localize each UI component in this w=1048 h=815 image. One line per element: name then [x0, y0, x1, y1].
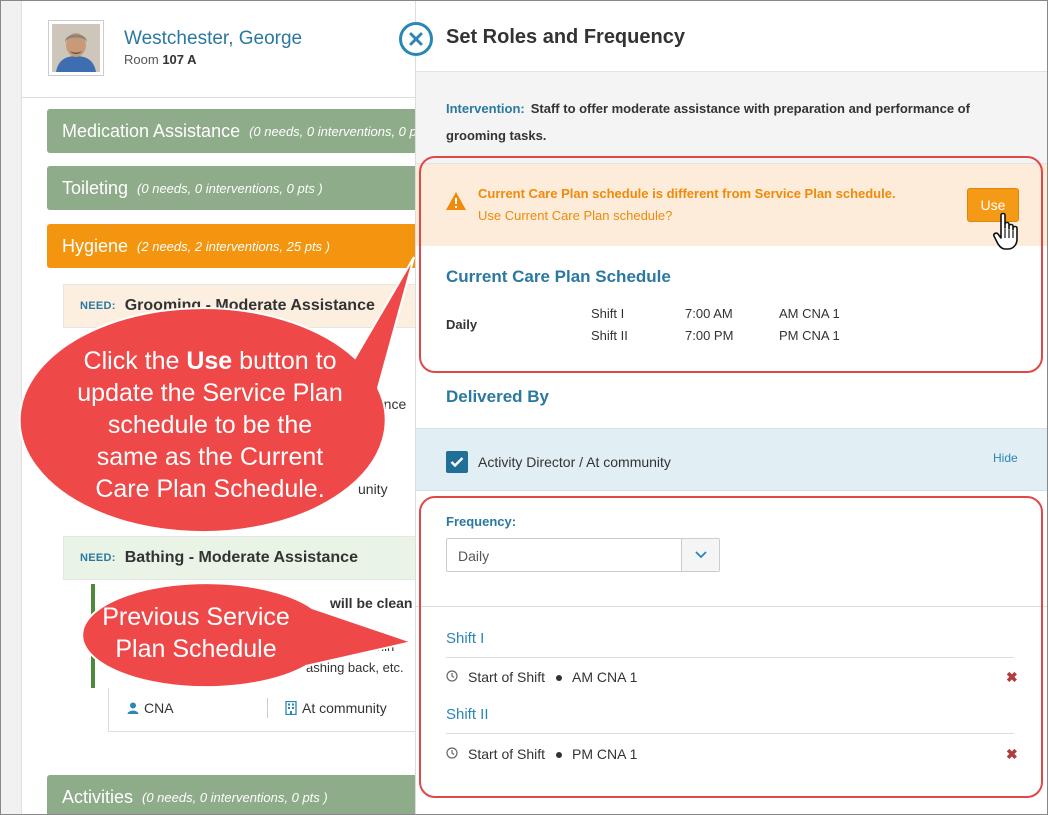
clock-icon [446, 747, 458, 759]
category-meta: (0 needs, 0 interventions, 0 pts ) [142, 789, 328, 805]
bullet [556, 752, 562, 758]
need-grooming[interactable]: NEED: Grooming - Moderate Assistance [63, 284, 415, 328]
category-title: Activities [62, 786, 134, 807]
frequency-select[interactable]: Daily [446, 538, 720, 572]
delivered-by-label: Activity Director / At community [478, 454, 671, 470]
current-schedule-title: Current Care Plan Schedule [446, 267, 671, 286]
warning-question: Use Current Care Plan schedule? [478, 208, 673, 223]
schedule-mismatch-warning: Current Care Plan schedule is different … [416, 164, 1048, 246]
delivered-by-title: Delivered By [446, 387, 549, 406]
need-title: Grooming - Moderate Assistance [124, 297, 375, 314]
category-meta: (0 needs, 0 interventions, 0 pts ) [249, 123, 415, 139]
category-title: Medication Assistance [62, 120, 241, 141]
need-bathing[interactable]: NEED: Bathing - Moderate Assistance [63, 536, 415, 580]
set-roles-frequency-panel: Set Roles and Frequency Intervention: Sta… [416, 0, 1048, 815]
divider [446, 657, 1014, 658]
close-panel-button[interactable] [399, 22, 433, 56]
shift-start: Start of Shift [468, 746, 546, 762]
shift-assignment-row: Start of Shift AM CNA 1 ✖ [446, 668, 1018, 688]
schedule-time: 7:00 PM [685, 328, 734, 343]
user-icon [127, 702, 139, 714]
shift-role: AM CNA 1 [572, 669, 638, 685]
hide-link[interactable]: Hide [993, 451, 1018, 465]
callout-line: same as the Current [96, 443, 324, 471]
room-number: 107 A [162, 52, 197, 67]
shift-title: Shift I [446, 630, 485, 647]
callout-line: Plan Schedule [115, 635, 277, 663]
resident-header: Westchester, George Room 107 A [22, 0, 415, 98]
warning-message: Current Care Plan schedule is different … [478, 186, 896, 201]
intervention-summary: Intervention: Staff to offer moderate ass… [416, 72, 1048, 164]
callout-previous-schedule: Previous Service Plan Schedule [66, 601, 326, 665]
shift-title: Shift II [446, 706, 489, 723]
clock-icon [446, 670, 458, 682]
hand-cursor-icon [993, 212, 1018, 250]
panel-header: Set Roles and Frequency [416, 0, 1048, 72]
callout-line: Care Plan Schedule. [95, 475, 325, 503]
avatar [48, 20, 104, 76]
shift-role: PM CNA 1 [572, 746, 638, 762]
category-hygiene[interactable]: Hygiene (2 needs, 2 interventions, 25 pt… [47, 224, 415, 268]
close-icon [409, 32, 423, 46]
divider [416, 606, 1048, 607]
resident-photo [52, 24, 100, 72]
schedule-time: 7:00 AM [685, 306, 733, 321]
left-rail [0, 0, 22, 815]
callout-line: schedule to be the [107, 411, 313, 439]
need-label: NEED: [80, 300, 116, 312]
checkmark-icon [450, 457, 464, 468]
category-title: Toileting [62, 177, 129, 198]
category-meta: (0 needs, 0 interventions, 0 pts ) [137, 180, 323, 196]
category-meta: (2 needs, 2 interventions, 25 pts ) [137, 238, 330, 254]
dropdown-toggle[interactable] [681, 539, 719, 571]
warning-icon [446, 192, 466, 210]
building-icon [285, 701, 297, 715]
frequency-label: Frequency: [446, 514, 517, 529]
shift-start: Start of Shift [468, 669, 546, 685]
frequency-value: Daily [458, 548, 490, 564]
intervention-text-fragment: e bathin [348, 639, 395, 654]
schedule-role: PM CNA 1 [779, 328, 840, 343]
role-name: CNA [144, 700, 174, 716]
resident-name[interactable]: Westchester, George [124, 28, 302, 50]
callout-line: Previous Service [102, 603, 290, 631]
location-cell: At community [285, 700, 387, 716]
delivered-by-checkbox[interactable] [446, 451, 468, 473]
need-label: NEED: [80, 552, 116, 564]
resident-room: Room 107 A [124, 52, 197, 67]
category-activities[interactable]: Activities (0 needs, 0 interventions, 0 … [47, 775, 415, 815]
remove-icon[interactable]: ✖ [1006, 669, 1018, 686]
need-title: Bathing - Moderate Assistance [124, 549, 358, 566]
schedule-shift: Shift I [591, 306, 625, 321]
intervention-roles-row: CNA At community [108, 688, 415, 732]
callout-line: Click the Use button to [83, 347, 337, 375]
schedule-frequency: Daily [446, 317, 478, 332]
goal-text-fragment: will be clean a [330, 595, 416, 611]
callout-use-instruction: Click the Use button to update the Servi… [40, 345, 380, 505]
divider [267, 698, 268, 718]
schedule-role: AM CNA 1 [779, 306, 840, 321]
category-medication-assistance[interactable]: Medication Assistance (0 needs, 0 interv… [47, 109, 415, 153]
shift-assignment-row: Start of Shift PM CNA 1 ✖ [446, 745, 1018, 765]
location-name: At community [302, 700, 387, 716]
room-label: Room [124, 52, 159, 67]
callout-line: update the Service Plan [77, 379, 343, 407]
schedule-shift: Shift II [591, 328, 628, 343]
category-title: Hygiene [62, 235, 129, 256]
role-cell: CNA [127, 700, 174, 716]
category-toileting[interactable]: Toileting (0 needs, 0 interventions, 0 p… [47, 166, 415, 210]
divider [446, 733, 1014, 734]
panel-title: Set Roles and Frequency [446, 26, 685, 48]
bullet [556, 675, 562, 681]
remove-icon[interactable]: ✖ [1006, 746, 1018, 763]
intervention-label: Intervention: [446, 101, 525, 116]
chevron-down-icon [694, 551, 707, 559]
delivered-by-item: Activity Director / At community Hide [416, 428, 1048, 491]
